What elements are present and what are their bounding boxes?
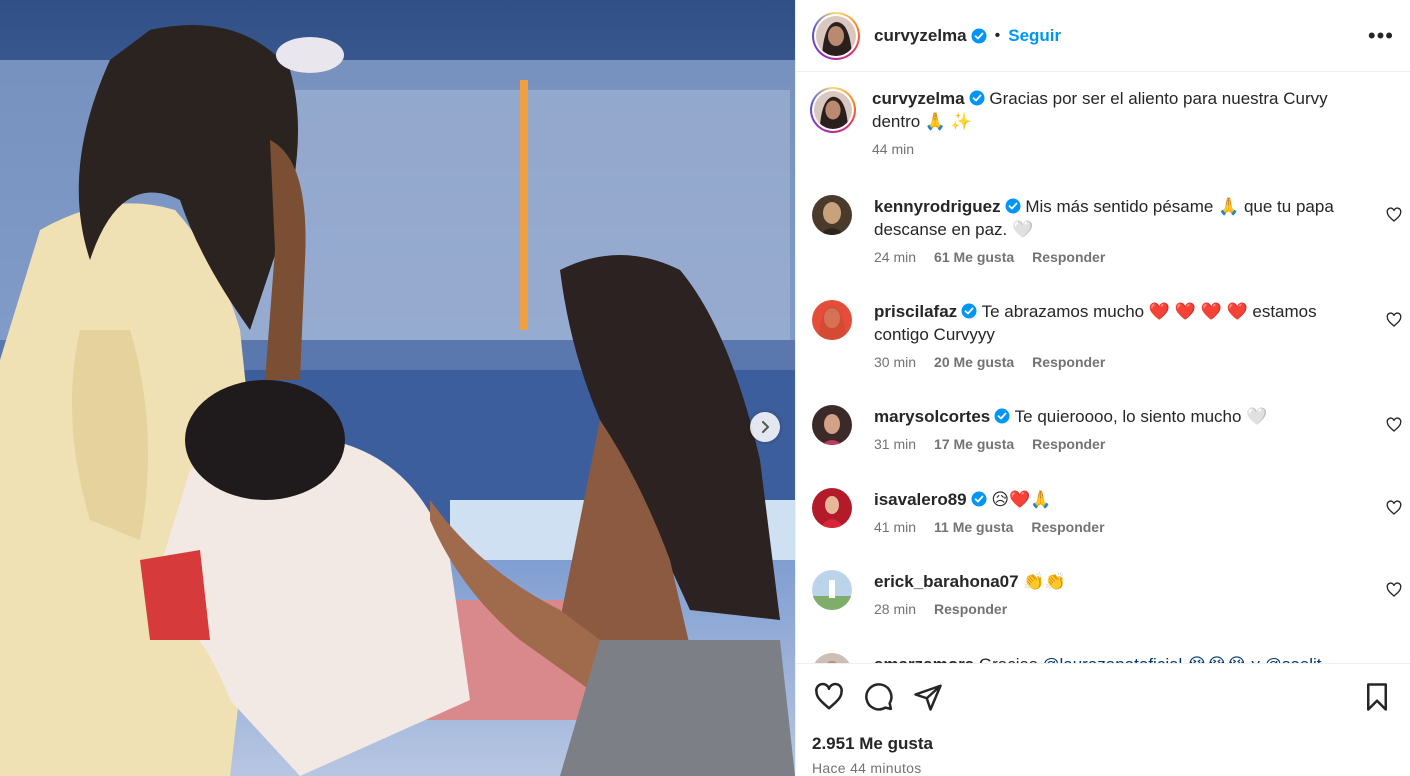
commenter-avatar[interactable] [812, 653, 852, 663]
post-actions: 2.951 Me gusta Hace 44 minutos [796, 663, 1410, 776]
chevron-right-icon [762, 421, 769, 433]
verified-badge-icon [971, 28, 987, 43]
reply-button[interactable]: Responder [934, 601, 1007, 617]
commenter-avatar[interactable] [812, 195, 852, 235]
post-photo [0, 0, 795, 776]
commenter-avatar[interactable] [812, 570, 852, 610]
comment-mention[interactable]: @laurazapatoficial 😭😭😭 y @soelit... [1042, 655, 1335, 663]
comment-time: 31 min [874, 436, 917, 452]
verified-badge-icon [961, 303, 977, 319]
avatar-image [812, 300, 852, 340]
heart-icon[interactable] [1386, 207, 1402, 223]
author-avatar[interactable] [812, 11, 860, 60]
comment-item: amarzamora Gracias @laurazapatoficial 😭😭… [812, 653, 1402, 663]
verified-badge-icon [969, 90, 985, 106]
comment-time: 24 min [874, 249, 917, 265]
heart-icon[interactable] [814, 682, 844, 712]
commenter-avatar[interactable] [812, 300, 852, 340]
comment-username[interactable]: priscilafaz [874, 302, 957, 321]
comment-time: 41 min [874, 519, 917, 535]
post-timestamp: Hace 44 minutos [812, 760, 922, 776]
comment-likes[interactable]: 20 Me gusta [934, 354, 1014, 370]
post-panel: curvyzelma • Seguir ••• curvyzelma Graci… [795, 0, 1410, 776]
comment-username[interactable]: amarzamora [874, 655, 974, 663]
comment-item: erick_barahona07 👏👏 28 min Responder [812, 570, 1402, 617]
comment-item: marysolcortes Te quieroooo, lo siento mu… [812, 405, 1402, 452]
caption-avatar[interactable] [810, 87, 856, 133]
verified-badge-icon [1005, 198, 1021, 214]
comment-likes[interactable]: 17 Me gusta [934, 436, 1014, 452]
avatar-image [816, 15, 856, 56]
commenter-avatar[interactable] [812, 488, 852, 528]
comment-text: Te quieroooo, lo siento mucho 🤍 [1014, 407, 1268, 426]
heart-icon[interactable] [1386, 500, 1402, 516]
comment-likes[interactable]: 61 Me gusta [934, 249, 1014, 265]
comment-text: 😥❤️🙏 [991, 490, 1052, 509]
heart-icon[interactable] [1386, 582, 1402, 598]
post-header: curvyzelma • Seguir ••• [796, 0, 1410, 72]
avatar-image [812, 653, 852, 663]
bookmark-icon[interactable] [1362, 682, 1392, 712]
comment-time: 28 min [874, 601, 917, 617]
comment-time: 30 min [874, 354, 917, 370]
share-icon[interactable] [913, 682, 943, 712]
avatar-image [814, 91, 852, 129]
comment-likes[interactable]: 11 Me gusta [934, 519, 1013, 535]
avatar-image [812, 570, 852, 610]
caption-time: 44 min [872, 141, 915, 157]
post-caption: curvyzelma Gracias por ser el aliento pa… [810, 87, 1392, 157]
comment-item: kennyrodriguez Mis más sentido pésame 🙏 … [812, 195, 1402, 265]
heart-icon[interactable] [1386, 312, 1402, 328]
separator-dot: • [994, 26, 1001, 44]
comments-list[interactable]: curvyzelma Gracias por ser el aliento pa… [796, 73, 1410, 663]
avatar-image [812, 488, 852, 528]
more-options-button[interactable]: ••• [1368, 24, 1394, 47]
next-image-button[interactable] [750, 412, 780, 442]
heart-icon[interactable] [1386, 417, 1402, 433]
follow-button[interactable]: Seguir [1008, 26, 1061, 46]
caption-username[interactable]: curvyzelma [872, 89, 965, 108]
avatar-image [812, 195, 852, 235]
reply-button[interactable]: Responder [1032, 354, 1105, 370]
commenter-avatar[interactable] [812, 405, 852, 445]
comment-text: Gracias [979, 655, 1038, 663]
comment-item: isavalero89 😥❤️🙏 41 min 11 Me gusta Resp… [812, 488, 1402, 535]
post-media[interactable] [0, 0, 795, 776]
verified-badge-icon [971, 491, 987, 507]
reply-button[interactable]: Responder [1031, 519, 1104, 535]
reply-button[interactable]: Responder [1032, 436, 1105, 452]
author-username[interactable]: curvyzelma [874, 26, 967, 46]
comment-item: priscilafaz Te abrazamos mucho ❤️ ❤️ ❤️ … [812, 300, 1402, 370]
likes-count[interactable]: 2.951 Me gusta [812, 734, 933, 754]
comment-username[interactable]: erick_barahona07 [874, 572, 1019, 591]
reply-button[interactable]: Responder [1032, 249, 1105, 265]
comment-username[interactable]: marysolcortes [874, 407, 990, 426]
comment-username[interactable]: kennyrodriguez [874, 197, 1001, 216]
comment-icon[interactable] [864, 682, 894, 712]
avatar-image [812, 405, 852, 445]
comment-username[interactable]: isavalero89 [874, 490, 967, 509]
comment-text: 👏👏 [1023, 572, 1066, 591]
verified-badge-icon [994, 408, 1010, 424]
